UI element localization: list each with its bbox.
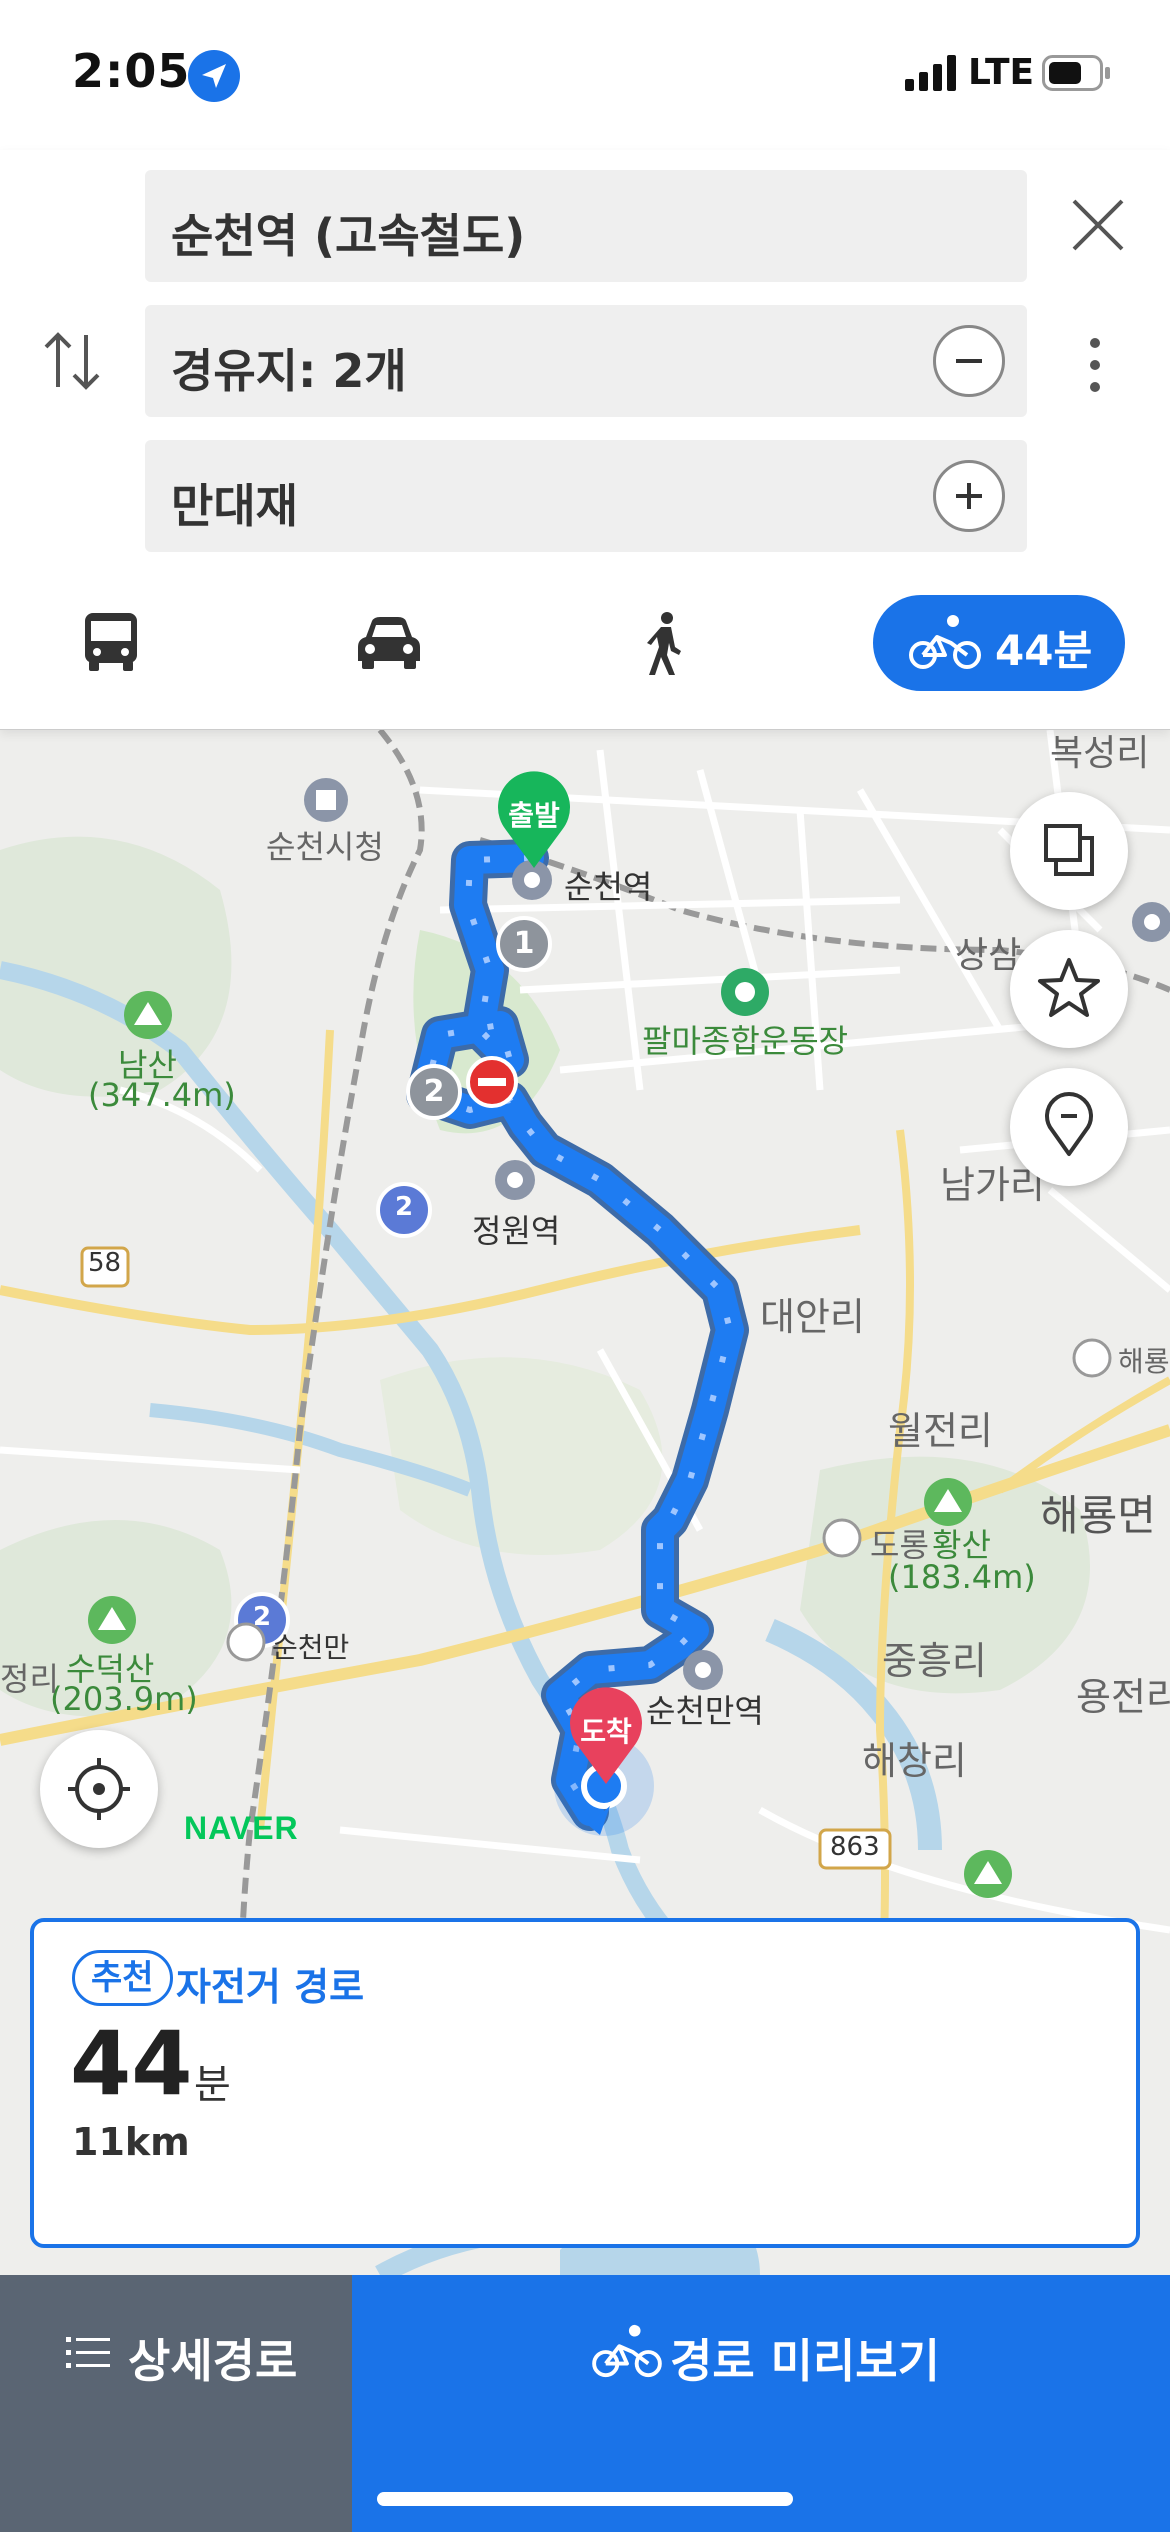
- status-time: 2:05: [72, 44, 191, 98]
- plus-icon: [956, 483, 982, 509]
- tab-transit[interactable]: [53, 595, 173, 695]
- waypoint-2-marker[interactable]: 2: [406, 1064, 462, 1120]
- route-duration-unit: 분: [194, 2062, 231, 2108]
- layers-icon: [1044, 824, 1094, 876]
- label-haechang: 해창리: [862, 1739, 967, 1783]
- bus-icon: [85, 613, 137, 671]
- route-search-panel: 순천역 (고속철도) 경유지: 2개 만대재 44분: [0, 150, 1170, 730]
- more-vertical-icon[interactable]: [1080, 335, 1110, 395]
- route-preview-label: 경로 미리보기: [670, 2334, 940, 2388]
- remove-waypoint-button[interactable]: [933, 325, 1005, 397]
- detail-route-button[interactable]: 상세경로: [0, 2275, 352, 2532]
- add-waypoint-button[interactable]: [933, 460, 1005, 532]
- road-2-shield-a: 2: [395, 1192, 414, 1222]
- layers-button[interactable]: [1010, 792, 1128, 910]
- map-pin-icon: [1045, 1092, 1093, 1156]
- road-2-shield-b: 2: [253, 1602, 272, 1632]
- home-indicator[interactable]: [377, 2492, 793, 2506]
- end-pin-label: 도착: [580, 1715, 632, 1748]
- my-location-button[interactable]: [40, 1730, 158, 1848]
- route-duration: 44: [70, 2012, 193, 2115]
- car-icon: [358, 617, 420, 669]
- label-station: 순천역: [564, 868, 653, 906]
- destination-text: 만대재: [171, 479, 298, 533]
- waypoints-text: 경유지: 2개: [171, 344, 407, 398]
- label-boksung: 복성리: [1050, 733, 1150, 774]
- label-palma: 팔마종합운동장: [642, 1022, 849, 1060]
- start-pin-label: 출발: [508, 799, 560, 832]
- bicycle-icon: [592, 2324, 662, 2378]
- label-sudeoksan-height: (203.9m): [50, 1680, 198, 1718]
- bicycle-icon: [909, 615, 981, 669]
- label-junghung: 중흥리: [882, 1639, 987, 1683]
- naver-logo: NAVER: [184, 1810, 299, 1846]
- label-woljeon: 월전리: [888, 1409, 993, 1453]
- start-pin[interactable]: 출발: [494, 770, 574, 870]
- minus-icon: [956, 359, 982, 363]
- label-city-hall: 순천시청: [266, 828, 384, 866]
- label-jeong: 정리: [0, 1660, 59, 1698]
- road-58-label: 58: [88, 1248, 122, 1278]
- favorite-button[interactable]: [1010, 930, 1128, 1048]
- label-jeongwon: 정원역: [472, 1212, 561, 1250]
- route-distance: 11km: [72, 2120, 190, 2164]
- status-bar: 2:05 LTE: [0, 0, 1170, 150]
- location-arrow-icon: [188, 50, 240, 102]
- waypoint-1-marker[interactable]: 1: [496, 916, 552, 972]
- place-button[interactable]: [1010, 1068, 1128, 1186]
- label-suncheonman-station: 순천만역: [646, 1692, 764, 1730]
- tab-bike[interactable]: 44분: [873, 595, 1125, 691]
- station-marker-cityhall: [304, 778, 348, 822]
- close-icon[interactable]: [1068, 195, 1128, 255]
- label-haeryong-ic: 해룡: [1118, 1345, 1170, 1378]
- recommended-badge: 추천: [72, 1950, 173, 2006]
- destination-field[interactable]: 만대재: [145, 440, 1027, 552]
- crosshair-icon: [68, 1758, 130, 1820]
- label-haeryong: 해룡면: [1040, 1491, 1156, 1540]
- tab-car[interactable]: [330, 595, 450, 695]
- detail-route-label: 상세경로: [128, 2334, 298, 2388]
- cellular-signal-icon: [905, 55, 956, 91]
- route-summary-card[interactable]: 추천 자전거 경로 44 분 11km: [30, 1918, 1140, 2248]
- label-namsan-height: (347.4m): [88, 1076, 236, 1114]
- label-hwangsan-height: (183.4m): [888, 1558, 1036, 1596]
- swap-icon[interactable]: [40, 325, 104, 397]
- label-yongjeon: 용전리: [1076, 1675, 1170, 1719]
- bike-duration: 44분: [995, 626, 1093, 675]
- tab-walk[interactable]: [605, 595, 725, 695]
- transport-mode-tabs: 44분: [0, 595, 1170, 695]
- label-suncheonman: 순천만: [272, 1631, 350, 1664]
- route-type-title: 자전거 경로: [176, 1965, 365, 2009]
- origin-field[interactable]: 순천역 (고속철도): [145, 170, 1027, 282]
- road-863-label: 863: [830, 1832, 880, 1862]
- end-pin[interactable]: 도착: [566, 1686, 646, 1786]
- label-daean: 대안리: [760, 1295, 865, 1339]
- origin-text: 순천역 (고속철도): [171, 209, 526, 263]
- walk-icon: [647, 612, 681, 675]
- star-icon: [1038, 958, 1100, 1017]
- list-icon: [66, 2337, 110, 2368]
- carrier-label: LTE: [968, 52, 1035, 93]
- battery-icon: [1042, 55, 1110, 91]
- waypoints-field[interactable]: 경유지: 2개: [145, 305, 1027, 417]
